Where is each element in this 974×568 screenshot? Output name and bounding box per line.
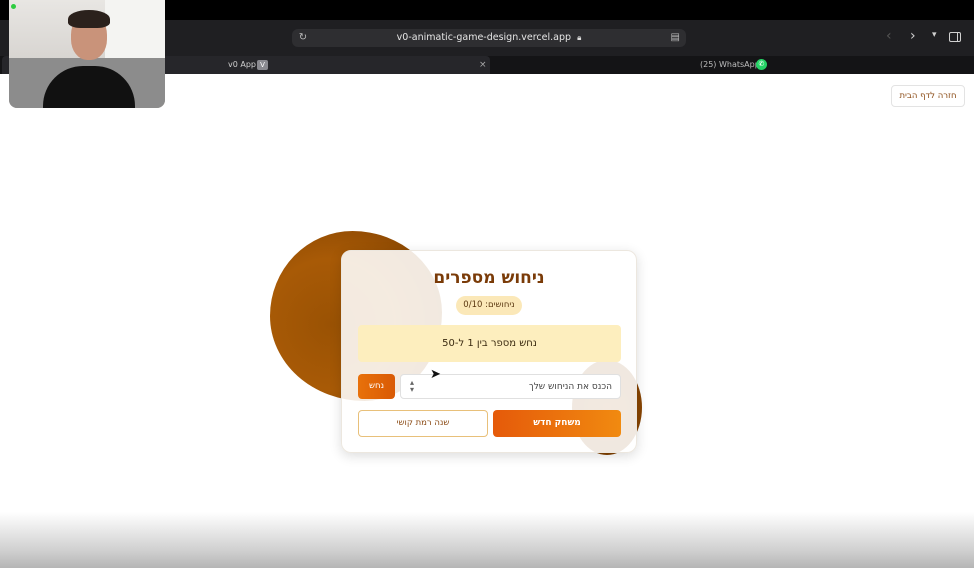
guess-count-badge: ניחושים: 0/10 [456,296,522,315]
home-button[interactable]: חזרה לדף הבית [891,85,965,107]
whatsapp-icon: ✆ [756,59,767,70]
page-title: ניחוש מספרים [433,268,545,288]
new-game-button[interactable]: משחק חדש [493,410,621,437]
v0-favicon-icon: V [257,60,268,70]
close-icon[interactable]: × [479,56,487,74]
camera-indicator-icon [11,4,16,9]
lock-icon: 🔒︎ [577,33,582,42]
sidebar-icon[interactable] [949,32,961,42]
webcam-overlay [9,0,165,108]
guess-button[interactable]: נחש [358,374,395,399]
url-text: v0-animatic-game-design.vercel.app [396,32,572,43]
tab-whatsapp[interactable]: (25) WhatsApp ✆ [490,56,974,74]
hint-message: נחש מספר בין 1 ל-50 [358,325,621,362]
change-difficulty-button[interactable]: שנה רמת קושי [358,410,488,437]
game-card: ניחוש מספרים ניחושים: 0/10 נחש מספר בין … [341,250,637,453]
back-arrow-icon[interactable]: ‹ [886,28,892,44]
number-stepper-icon[interactable]: ▴ ▾ [408,379,416,394]
address-bar[interactable]: ↻ v0-animatic-game-design.vercel.app 🔒︎ … [292,29,686,47]
reload-icon[interactable]: ↻ [296,29,310,47]
reader-icon[interactable]: ▤ [671,29,680,47]
chevron-down-icon[interactable]: ▾ [932,30,937,40]
mouse-cursor-icon: ➤ [430,367,441,382]
tab-label: (25) WhatsApp [700,60,760,69]
webcam-person-hair [68,10,110,28]
bottom-fade [0,512,974,568]
tab-label: v0 App [228,60,256,69]
forward-arrow-icon[interactable]: › [910,28,916,44]
